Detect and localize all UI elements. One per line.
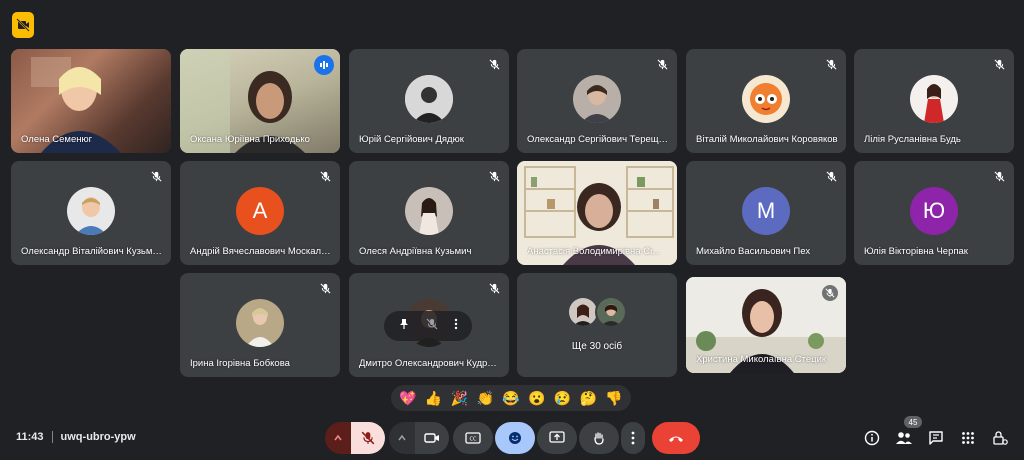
people-icon[interactable] <box>894 428 914 448</box>
participant-tile[interactable]: А Андрій Вячеславович Москаленко <box>180 161 340 265</box>
mic-off-icon <box>655 57 669 71</box>
pin-icon[interactable] <box>398 317 410 335</box>
participant-tile[interactable]: Віталій Миколайович Коровяков <box>686 49 846 153</box>
avatar-letter: Ю <box>910 187 958 235</box>
participant-name: Андрій Вячеславович Москаленко <box>190 246 332 257</box>
people-count-badge: 45 <box>904 416 922 428</box>
mic-off-icon <box>824 57 838 71</box>
camera-button[interactable] <box>415 422 449 454</box>
mic-off-icon <box>824 169 838 183</box>
present-button[interactable] <box>537 422 577 454</box>
reaction-thumbs-up[interactable]: 👍 <box>425 390 442 407</box>
avatar <box>742 75 790 123</box>
participant-tile[interactable]: Лілія Русланівна Будь <box>854 49 1014 153</box>
avatar <box>67 187 115 235</box>
meeting-time: 11:43 <box>16 431 44 443</box>
participant-name: Олександр Віталійович Кузьменко <box>21 246 163 257</box>
chevron-up-icon[interactable] <box>325 422 351 454</box>
reaction-laugh[interactable]: 😂 <box>502 390 519 407</box>
others-label: Ще 30 осіб <box>571 341 623 352</box>
avatar <box>236 299 284 347</box>
mic-off-icon <box>822 285 838 301</box>
participant-tile[interactable]: Ю Юлія Вікторівна Черпак <box>854 161 1014 265</box>
mic-off-icon <box>487 57 501 71</box>
participant-name: Олена Семенюг <box>21 134 93 145</box>
svg-text:CC: CC <box>470 437 477 443</box>
participant-tile[interactable]: Олена Семенюг <box>11 49 171 153</box>
participant-name: Олеся Андріївна Кузьмич <box>359 246 472 257</box>
participant-name: Ірина Ігорівна Бобкова <box>190 358 290 369</box>
speaking-icon <box>314 55 334 75</box>
meeting-code[interactable]: uwq-ubro-ypw <box>61 431 136 443</box>
end-call-button[interactable] <box>652 422 700 454</box>
participant-name: Лілія Русланівна Будь <box>864 134 961 145</box>
chevron-up-icon[interactable] <box>389 422 415 454</box>
mic-off-button[interactable] <box>351 422 385 454</box>
apps-icon[interactable] <box>958 428 978 448</box>
reaction-thinking[interactable]: 🤔 <box>580 390 597 407</box>
bottom-toolbar: 11:43 uwq-ubro-ypw CC <box>0 420 1024 460</box>
raise-hand-button[interactable] <box>579 422 619 454</box>
avatar-letter: А <box>236 187 284 235</box>
participant-name: Христина Миколаївна Стецик <box>696 354 827 365</box>
mic-off-icon <box>487 169 501 183</box>
tile-hover-controls <box>384 311 472 341</box>
avatar <box>573 75 621 123</box>
mic-off-icon <box>992 57 1006 71</box>
avatar <box>405 187 453 235</box>
chat-icon[interactable] <box>926 428 946 448</box>
host-controls-icon[interactable] <box>990 428 1010 448</box>
participant-tile[interactable]: М Михайло Васильович Пех <box>686 161 846 265</box>
avatar <box>595 296 627 328</box>
participant-name: Юрій Сергійович Дядюк <box>359 134 464 145</box>
participant-name: Оксана Юріївна Приходько <box>190 134 310 145</box>
mic-off-icon <box>487 281 501 295</box>
mic-off-icon <box>318 281 332 295</box>
participant-tile[interactable]: Анастасія Володимирівна Сі... <box>517 161 677 265</box>
reaction-heart[interactable]: 💖 <box>399 390 416 407</box>
divider <box>51 431 53 443</box>
more-options-button[interactable] <box>621 422 645 454</box>
participant-name: Віталій Миколайович Коровяков <box>696 134 838 145</box>
participant-name: Михайло Васильович Пех <box>696 246 811 257</box>
mic-control <box>325 422 385 454</box>
emoji-button[interactable] <box>495 422 535 454</box>
mic-off-icon <box>149 169 163 183</box>
participant-tile[interactable]: Христина Миколаївна Стецик <box>686 277 846 373</box>
participant-name: Анастасія Володимирівна Сі... <box>527 246 661 257</box>
meeting-info: 11:43 uwq-ubro-ypw <box>16 431 136 443</box>
mic-off-icon[interactable] <box>426 317 438 335</box>
camera-control <box>389 422 449 454</box>
participant-tile[interactable]: Олександр Віталійович Кузьменко <box>11 161 171 265</box>
mic-off-icon <box>318 169 332 183</box>
info-icon[interactable] <box>862 428 882 448</box>
participant-tile[interactable]: Олександр Сергійович Терещенко <box>517 49 677 153</box>
reaction-surprised[interactable]: 😮 <box>528 390 545 407</box>
captions-button[interactable]: CC <box>453 422 493 454</box>
reactions-bar: 💖 👍 🎉 👏 😂 😮 😢 🤔 👎 <box>391 385 631 411</box>
participant-name: Олександр Сергійович Терещенко <box>527 134 669 145</box>
avatar <box>910 75 958 123</box>
reaction-sad[interactable]: 😢 <box>554 390 571 407</box>
participant-name: Дмитро Олександрович Кудрявцев <box>359 358 501 369</box>
reaction-party[interactable]: 🎉 <box>451 390 468 407</box>
mic-off-icon <box>992 169 1006 183</box>
participant-tile[interactable]: Оксана Юріївна Приходько <box>180 49 340 153</box>
reaction-thumbs-down[interactable]: 👎 <box>605 390 622 407</box>
more-vert-icon[interactable] <box>454 317 458 335</box>
participant-tile[interactable]: Юрій Сергійович Дядюк <box>349 49 509 153</box>
participant-tile[interactable]: Ірина Ігорівна Бобкова <box>180 273 340 377</box>
avatar-letter: М <box>742 187 790 235</box>
avatar <box>405 75 453 123</box>
participant-name: Юлія Вікторівна Черпак <box>864 246 968 257</box>
others-avatars <box>567 296 627 328</box>
participant-grid: Олена Семенюг Оксана Юріївна Приходько Ю… <box>0 0 1024 400</box>
participant-tile[interactable]: Олеся Андріївна Кузьмич <box>349 161 509 265</box>
reaction-clap[interactable]: 👏 <box>476 390 493 407</box>
